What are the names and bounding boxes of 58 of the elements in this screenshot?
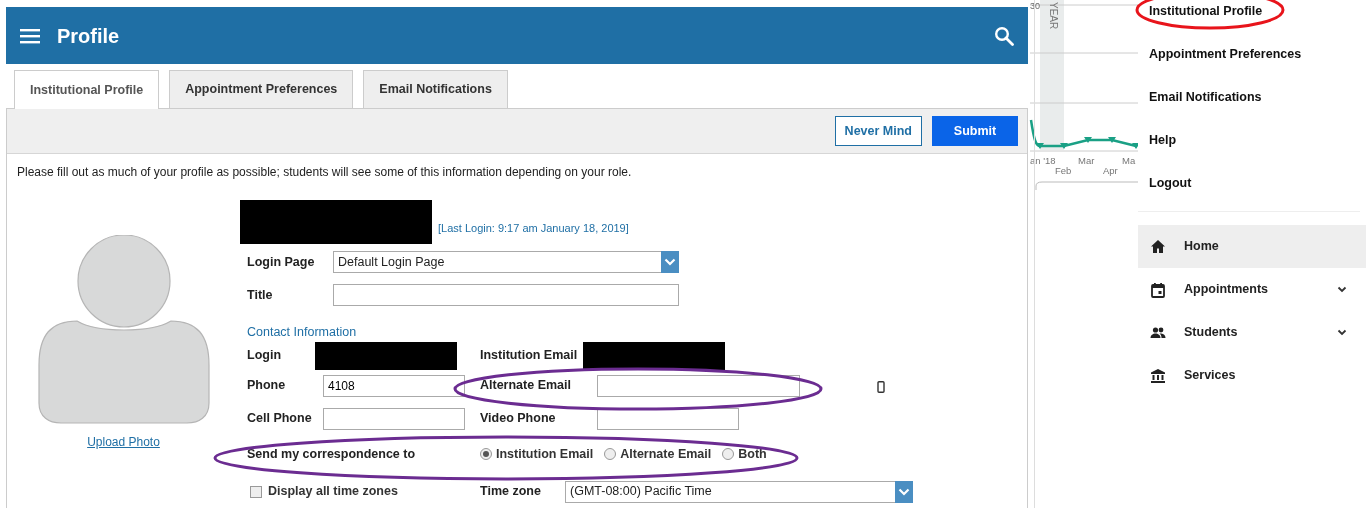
page-title: Profile <box>57 23 120 48</box>
title-field[interactable] <box>333 284 679 306</box>
upload-photo-link[interactable]: Upload Photo <box>87 433 160 451</box>
option-label: Alternate Email <box>620 445 712 463</box>
tab[interactable]: Institutional Profile <box>14 70 160 109</box>
field-label: Video Phone <box>480 410 557 428</box>
axis-tick-label: Mar <box>1078 155 1095 166</box>
field-label: Institution Email <box>480 347 579 365</box>
calendar-icon <box>1150 281 1166 298</box>
axis-tick-label: 30 <box>1030 1 1040 11</box>
field-label: Login <box>247 347 282 365</box>
phone-field[interactable]: 4108 <box>323 374 465 397</box>
menu-icon[interactable] <box>20 27 40 44</box>
radio-button[interactable] <box>604 448 617 461</box>
checkbox[interactable] <box>250 485 262 498</box>
option-label: Both <box>738 445 767 463</box>
last-login-text: [Last Login: 9:17 am January 18, 2019] <box>438 220 629 236</box>
tab[interactable]: Appointment Preferences <box>169 70 354 108</box>
time-zone-dropdown[interactable]: (GMT-08:00) Pacific Time <box>565 480 913 503</box>
field-label: Alternate Email <box>480 377 572 395</box>
caret-icon <box>661 251 679 273</box>
nav-item[interactable]: Appointments <box>1138 268 1366 311</box>
alternate-email-field[interactable] <box>597 374 800 397</box>
option-label: Institution Email <box>496 445 594 463</box>
axis-tick-label: Feb <box>1055 165 1072 176</box>
axis-tick-label: Apr <box>1103 165 1118 176</box>
field-label: Send my correspondence to <box>247 445 417 463</box>
instructions-text: Please fill out as much of your profile as possible; students will see some of this information depending on your role. <box>16 164 633 181</box>
submit-button[interactable]: Submit <box>932 116 1018 146</box>
cancel-button[interactable]: Never Mind <box>834 116 922 146</box>
nav-item[interactable]: Services <box>1138 354 1366 397</box>
menu-item[interactable]: Email Notifications <box>1138 76 1366 119</box>
field-label: Cell Phone <box>247 410 313 428</box>
cell-phone-field[interactable] <box>323 407 465 430</box>
axis-tick-label: Ma <box>1122 155 1136 166</box>
home-icon <box>1150 238 1166 255</box>
field-label: Login Page <box>247 253 316 271</box>
caret-icon <box>895 480 913 503</box>
field-label: Title <box>247 286 274 304</box>
band-label: YEAR <box>1048 2 1059 30</box>
menu-item[interactable]: Logout <box>1138 162 1366 205</box>
menu-item[interactable]: Help <box>1138 119 1366 162</box>
checkbox-label: Display all time zones <box>268 483 398 501</box>
bank-icon <box>1150 367 1166 384</box>
search-icon[interactable] <box>994 25 1014 46</box>
field-label: Time zone <box>480 483 542 501</box>
menu-item[interactable]: Institutional Profile <box>1138 0 1366 33</box>
nav-item[interactable]: Home <box>1138 225 1366 268</box>
login-page-dropdown[interactable]: Default Login Page <box>333 251 679 273</box>
section-heading: Contact Information <box>246 324 358 341</box>
radio-button[interactable] <box>722 448 735 461</box>
menu-item[interactable]: Appointment Preferences <box>1138 33 1366 76</box>
nav-item[interactable]: Students <box>1138 311 1366 354</box>
tab[interactable]: Email Notifications <box>363 70 508 108</box>
people-icon <box>1150 324 1166 341</box>
mobile-phone-icon <box>877 380 885 393</box>
radio-button[interactable] <box>480 448 492 461</box>
field-label: Phone <box>247 377 287 395</box>
